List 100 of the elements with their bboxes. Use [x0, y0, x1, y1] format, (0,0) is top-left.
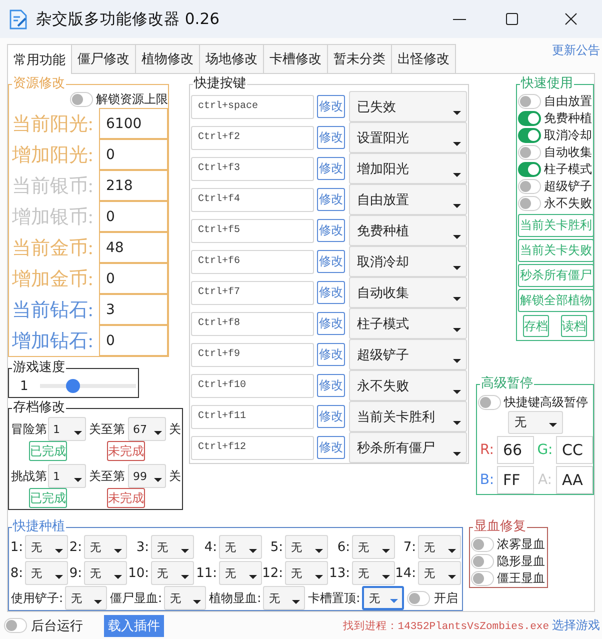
toggle-switch[interactable]: [407, 590, 430, 606]
dropdown[interactable]: 67: [128, 417, 166, 441]
maximize-icon[interactable]: [506, 13, 518, 25]
dropdown[interactable]: 无: [219, 561, 262, 585]
toggle-switch[interactable]: [518, 162, 541, 177]
dropdown[interactable]: 超级铲子: [349, 339, 467, 370]
edit-button[interactable]: 修改: [317, 157, 345, 180]
edit-button[interactable]: 修改: [317, 436, 345, 459]
toggle-switch[interactable]: [471, 537, 494, 552]
dropdown[interactable]: 无: [25, 561, 68, 585]
hotkey-field[interactable]: Ctrl+f6: [191, 250, 314, 274]
dropdown[interactable]: 永不失败: [349, 370, 467, 401]
close-icon[interactable]: [565, 13, 577, 25]
dropdown[interactable]: 1: [48, 464, 86, 488]
input-field[interactable]: 3: [99, 294, 168, 325]
tab[interactable]: 植物修改: [135, 44, 200, 73]
input-field[interactable]: 0: [99, 325, 168, 356]
edit-button[interactable]: 修改: [317, 250, 345, 273]
dropdown[interactable]: 99: [128, 464, 166, 488]
edit-button[interactable]: 修改: [317, 219, 345, 242]
edit-button[interactable]: 修改: [317, 405, 345, 428]
dropdown[interactable]: 无: [151, 561, 194, 585]
toggle-switch[interactable]: [518, 179, 541, 194]
dropdown[interactable]: 柱子模式: [349, 308, 467, 339]
dropdown[interactable]: 无: [65, 586, 108, 610]
incomplete-button[interactable]: 未完成: [107, 441, 145, 461]
toggle-switch[interactable]: [70, 92, 93, 107]
edit-button[interactable]: 修改: [317, 343, 345, 366]
select-game-link[interactable]: 选择游戏: [552, 617, 600, 634]
update-notice-link[interactable]: 更新公告: [552, 42, 600, 59]
hotkey-field[interactable]: Ctrl+f3: [191, 156, 314, 180]
input-field[interactable]: 0: [99, 139, 168, 170]
hotkey-field[interactable]: Ctrl+f8: [191, 312, 314, 336]
input-field[interactable]: FF: [497, 466, 534, 494]
toggle-switch[interactable]: [518, 196, 541, 211]
input-field[interactable]: AA: [556, 466, 593, 494]
dropdown[interactable]: 无: [84, 561, 127, 585]
input-field[interactable]: 48: [99, 232, 168, 263]
tab[interactable]: 卡槽修改: [263, 44, 328, 73]
dropdown[interactable]: 无: [508, 411, 562, 434]
input-field[interactable]: 6100: [99, 108, 168, 139]
input-field[interactable]: 0: [99, 201, 168, 232]
dropdown[interactable]: 无: [352, 561, 395, 585]
dropdown[interactable]: 无: [418, 561, 461, 585]
toggle-switch[interactable]: [518, 128, 541, 143]
dropdown[interactable]: 已失效: [349, 91, 467, 122]
edit-button[interactable]: 修改: [317, 126, 345, 149]
toggle-switch[interactable]: [518, 145, 541, 160]
tab[interactable]: 暂未分类: [327, 44, 392, 73]
toggle-switch[interactable]: [4, 618, 27, 633]
dropdown[interactable]: 设置阳光: [349, 122, 467, 153]
hotkey-field[interactable]: Ctrl+f5: [191, 218, 314, 242]
dropdown[interactable]: 无: [418, 535, 461, 559]
dropdown[interactable]: 无: [84, 535, 127, 559]
input-field[interactable]: CC: [556, 436, 593, 464]
toggle-switch[interactable]: [478, 394, 501, 410]
incomplete-button[interactable]: 未完成: [107, 488, 145, 508]
dropdown[interactable]: 当前关卡胜利: [349, 401, 467, 432]
hotkey-field[interactable]: Ctrl+f9: [191, 342, 314, 366]
tab[interactable]: 场地修改: [199, 44, 264, 73]
edit-button[interactable]: 修改: [317, 281, 345, 304]
edit-button[interactable]: 修改: [317, 95, 345, 118]
dropdown[interactable]: 取消冷却: [349, 246, 467, 277]
dropdown[interactable]: 免费种植: [349, 215, 467, 246]
dropdown[interactable]: 无: [362, 586, 404, 610]
hotkey-field[interactable]: Ctrl+f12: [191, 436, 314, 460]
dropdown[interactable]: 无: [151, 535, 194, 559]
input-field[interactable]: 0: [99, 263, 168, 294]
dropdown[interactable]: 自由放置: [349, 184, 467, 215]
dropdown[interactable]: 秒杀所有僵尸: [349, 432, 467, 463]
input-field[interactable]: 66: [497, 436, 534, 464]
tab[interactable]: 出怪修改: [391, 44, 456, 73]
input-field[interactable]: 218: [99, 170, 168, 201]
edit-button[interactable]: 修改: [317, 188, 345, 211]
tab[interactable]: 僵尸修改: [71, 44, 136, 73]
dropdown[interactable]: 无: [285, 561, 328, 585]
toggle-switch[interactable]: [518, 111, 541, 126]
dropdown[interactable]: 无: [219, 535, 262, 559]
hotkey-field[interactable]: ctrl+space: [191, 94, 314, 118]
dropdown[interactable]: 无: [164, 586, 206, 610]
tab[interactable]: 常用功能: [7, 44, 72, 74]
hotkey-field[interactable]: Ctrl+f7: [191, 280, 314, 304]
edit-button[interactable]: 修改: [317, 312, 345, 335]
toggle-switch[interactable]: [518, 94, 541, 109]
hotkey-field[interactable]: Ctrl+f4: [191, 188, 314, 212]
hotkey-field[interactable]: Ctrl+f10: [191, 374, 314, 398]
dropdown[interactable]: 增加阳光: [349, 153, 467, 184]
toggle-switch[interactable]: [471, 571, 494, 586]
dropdown[interactable]: 无: [352, 535, 395, 559]
minimize-icon[interactable]: [453, 18, 466, 20]
dropdown[interactable]: 无: [25, 535, 68, 559]
load-plugin-button[interactable]: 载入插件: [104, 614, 164, 636]
hotkey-field[interactable]: Ctrl+f11: [191, 404, 314, 428]
toggle-switch[interactable]: [471, 554, 494, 569]
hotkey-field[interactable]: Ctrl+f2: [191, 126, 314, 150]
slider-thumb[interactable]: [66, 379, 80, 393]
edit-button[interactable]: 修改: [317, 374, 345, 397]
dropdown[interactable]: 无: [263, 586, 306, 610]
dropdown[interactable]: 自动收集: [349, 277, 467, 308]
dropdown[interactable]: 1: [48, 417, 86, 441]
